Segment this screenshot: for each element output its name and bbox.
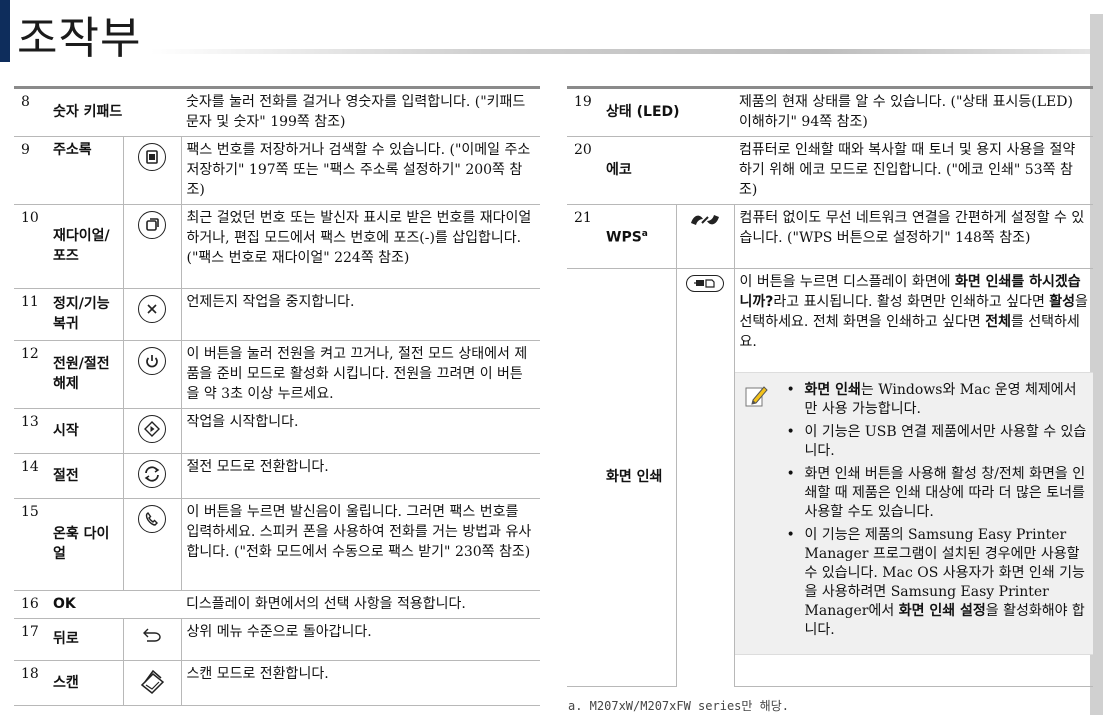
table-row: 8 숫자 키패드 숫자를 눌러 전화를 걸거나 영숫자를 입력합니다. ("키패… [14, 86, 540, 137]
footnote-marker: a [641, 229, 648, 240]
scan-icon [122, 660, 182, 706]
row-number: 20 [567, 136, 601, 205]
button-name: 뒤로 [48, 618, 123, 661]
row-number: 16 [14, 590, 48, 619]
emphasis: 전체 [985, 314, 1011, 330]
row-number: 10 [14, 204, 48, 289]
table-row: 12 전원/절전해제 이 버튼을 눌러 전원을 켜고 끄거나, 절전 모드 상태… [14, 340, 540, 409]
button-name: 화면 인쇄 [601, 268, 676, 687]
note-pencil-icon [743, 383, 769, 415]
back-icon [122, 618, 182, 661]
row-number: 12 [14, 340, 48, 409]
button-name: WPSa [601, 204, 676, 269]
button-name: 절전 [48, 453, 123, 499]
page-title: 조작부 [17, 13, 142, 64]
table-row: 20 에코 컴퓨터로 인쇄할 때와 복사할 때 토너 및 용지 사용을 절약하기… [567, 136, 1093, 205]
note-box: 화면 인쇄는 Windows와 Mac 운영 체제에서만 사용 가능합니다. 이… [734, 372, 1093, 655]
row-number: 17 [14, 618, 48, 661]
control-panel-table-left: 8 숫자 키패드 숫자를 눌러 전화를 걸거나 영숫자를 입력합니다. ("키패… [14, 86, 540, 706]
note-list: 화면 인쇄는 Windows와 Mac 운영 체제에서만 사용 가능합니다. 이… [787, 381, 1089, 640]
button-name: 정지/기능복귀 [48, 288, 123, 341]
stop-clear-icon [122, 288, 182, 341]
section-color-band [0, 0, 10, 62]
start-icon [122, 408, 182, 454]
row-number: 14 [14, 453, 48, 499]
table-row: 21 WPSa 컴퓨터 없이도 무선 네트워크 연결을 간편하게 설정할 수 있… [567, 204, 1093, 269]
button-name: 시작 [48, 408, 123, 454]
table-row: 13 시작 작업을 시작합니다. [14, 408, 540, 454]
button-description: 팩스 번호를 저장하거나 검색할 수 있습니다. ("이메일 주소 저장하기" … [181, 136, 540, 205]
row-number [567, 268, 601, 687]
row-number: 8 [14, 86, 48, 137]
manual-page: 조작부 8 숫자 키패드 숫자를 눌러 전화를 걸거나 영숫자를 입력합니다. … [0, 0, 1103, 715]
list-item: 이 기능은 USB 연결 제품에서만 사용할 수 있습니다. [787, 423, 1089, 461]
table-row: 18 스캔 스캔 모드로 전환합니다. [14, 660, 540, 706]
button-description: 스캔 모드로 전환합니다. [181, 660, 540, 706]
button-description: 디스플레이 화면에서의 선택 사항을 적용합니다. [181, 590, 540, 619]
row-number: 18 [14, 660, 48, 706]
row-number: 21 [567, 204, 601, 269]
wps-icon [675, 204, 735, 269]
button-description: 이 버튼을 누르면 발신음이 울립니다. 그러면 팩스 번호를 입력하세요. 스… [181, 498, 540, 591]
button-name: OK [48, 590, 181, 619]
on-hook-dial-icon [122, 498, 182, 591]
row-number: 15 [14, 498, 48, 591]
button-description: 절전 모드로 전환합니다. [181, 453, 540, 499]
wps-label: WPS [606, 229, 642, 246]
button-name: 에코 [601, 136, 735, 205]
table-row: 15 온훅 다이얼 이 버튼을 누르면 발신음이 울립니다. 그러면 팩스 번호… [14, 498, 540, 591]
emphasis: 활성 [1049, 294, 1076, 310]
list-item: 화면 인쇄 버튼을 사용해 활성 창/전체 화면을 인쇄할 때 제품은 인쇄 대… [787, 465, 1089, 522]
table-row: 10 재다이얼/포즈 최근 걸었던 번호 또는 발신자 표시로 받은 번호를 재… [14, 204, 540, 289]
button-description: 숫자를 눌러 전화를 걸거나 영숫자를 입력합니다. ("키패드 문자 및 숫자… [181, 86, 540, 137]
row-number: 11 [14, 288, 48, 341]
button-name: 스캔 [48, 660, 123, 706]
table-row: 14 절전 절전 모드로 전환합니다. [14, 453, 540, 499]
list-item: 화면 인쇄는 Windows와 Mac 운영 체제에서만 사용 가능합니다. [787, 381, 1089, 419]
button-name: 전원/절전해제 [48, 340, 123, 409]
row-number: 19 [567, 86, 601, 137]
control-panel-table-right: 19 상태 (LED) 제품의 현재 상태를 알 수 있습니다. ("상태 표시… [567, 86, 1093, 687]
power-icon [122, 340, 182, 409]
footnote: a. M207xW/M207xFW series만 해당. [568, 699, 789, 713]
table-row: 화면 인쇄 이 버튼을 누르면 디스플레이 화면에 화면 인쇄를 하시겠습니까?… [567, 268, 1093, 687]
button-description: 제품의 현재 상태를 알 수 있습니다. ("상태 표시등(LED) 이해하기"… [734, 86, 1093, 137]
row-number: 13 [14, 408, 48, 454]
print-screen-icon [675, 268, 735, 687]
table-row: 17 뒤로 상위 메뉴 수준으로 돌아갑니다. [14, 618, 540, 661]
redial-pause-icon [122, 204, 182, 289]
button-name: 재다이얼/포즈 [48, 204, 123, 289]
button-description: 컴퓨터 없이도 무선 네트워크 연결을 간편하게 설정할 수 있습니다. ("W… [734, 204, 1093, 269]
button-name: 숫자 키패드 [48, 86, 181, 137]
button-description: 상위 메뉴 수준으로 돌아갑니다. [181, 618, 540, 661]
button-description: 작업을 시작합니다. [181, 408, 540, 454]
row-number: 9 [14, 136, 48, 205]
button-description: 이 버튼을 눌러 전원을 켜고 끄거나, 절전 모드 상태에서 제품을 준비 모… [181, 340, 540, 409]
button-name: 온훅 다이얼 [48, 498, 123, 591]
print-screen-description: 이 버튼을 누르면 디스플레이 화면에 화면 인쇄를 하시겠습니까?라고 표시됩… [739, 274, 1088, 350]
list-item: 이 기능은 제품의 Samsung Easy Printer Manager 프… [787, 526, 1089, 640]
title-divider [150, 49, 1103, 54]
button-description: 최근 걸었던 번호 또는 발신자 표시로 받은 번호를 재다이얼하거나, 편집 … [181, 204, 540, 289]
address-book-icon [122, 136, 182, 205]
button-description: 언제든지 작업을 중지합니다. [181, 288, 540, 341]
table-row: 19 상태 (LED) 제품의 현재 상태를 알 수 있습니다. ("상태 표시… [567, 86, 1093, 137]
eco-power-save-icon [122, 453, 182, 499]
button-description: 이 버튼을 누르면 디스플레이 화면에 화면 인쇄를 하시겠습니까?라고 표시됩… [734, 268, 1093, 687]
button-name: 상태 (LED) [601, 86, 735, 137]
button-description: 컴퓨터로 인쇄할 때와 복사할 때 토너 및 용지 사용을 절약하기 위해 에코… [734, 136, 1093, 205]
button-name: 주소록 [48, 136, 123, 205]
table-row: 9 주소록 팩스 번호를 저장하거나 검색할 수 있습니다. ("이메일 주소 … [14, 136, 540, 205]
table-row: 11 정지/기능복귀 언제든지 작업을 중지합니다. [14, 288, 540, 341]
table-row: 16 OK 디스플레이 화면에서의 선택 사항을 적용합니다. [14, 590, 540, 619]
